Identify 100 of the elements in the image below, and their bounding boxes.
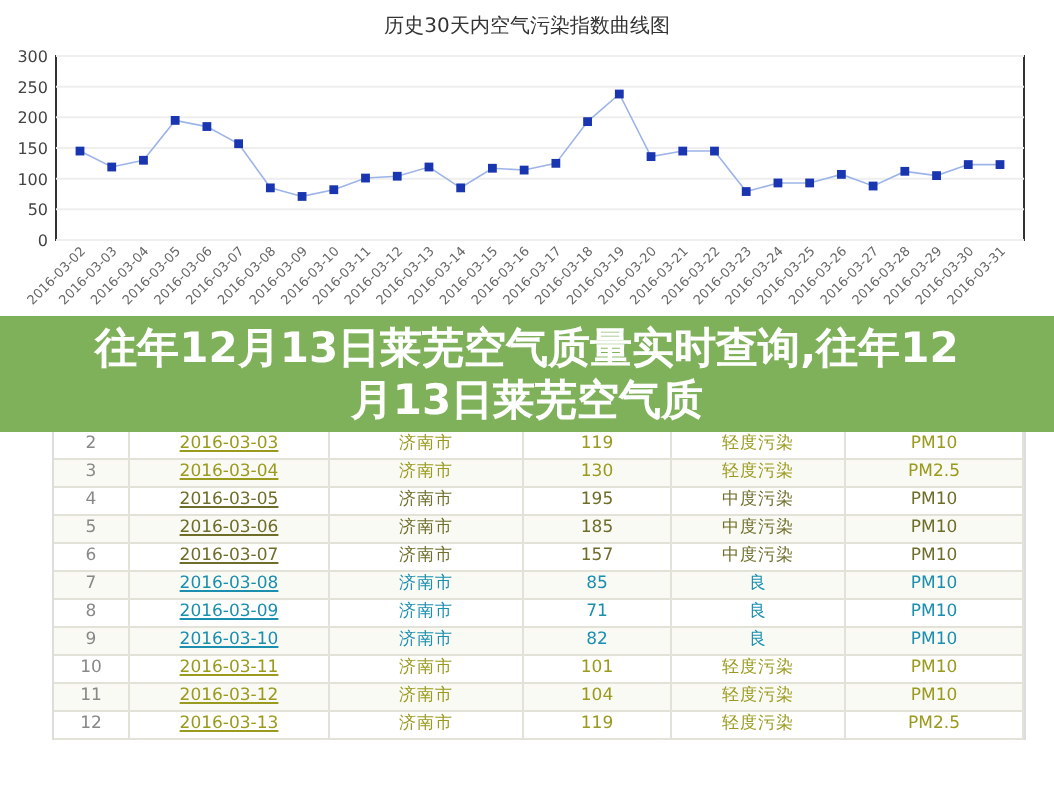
date-link[interactable]: 2016-03-12 [130, 684, 330, 710]
y-tick-label: 50 [27, 201, 48, 220]
aqi-cell: 104 [524, 684, 672, 710]
data-point [392, 171, 402, 181]
data-point [75, 146, 85, 156]
level-cell: 轻度污染 [672, 712, 846, 738]
level-cell: 良 [672, 628, 846, 654]
pollutant-cell: PM10 [846, 544, 1024, 570]
data-point [710, 146, 719, 156]
city-cell: 济南市 [330, 656, 524, 682]
level-cell: 轻度污染 [672, 460, 846, 486]
y-tick-label: 0 [37, 232, 48, 250]
level-cell: 轻度污染 [672, 684, 846, 710]
pollutant-cell: PM10 [846, 516, 1024, 542]
data-point [868, 181, 878, 191]
data-point [329, 185, 339, 195]
pollutant-cell: PM10 [846, 488, 1024, 514]
date-link[interactable]: 2016-03-11 [130, 656, 330, 682]
aqi-cell: 85 [524, 572, 672, 598]
index-cell: 8 [54, 600, 130, 626]
data-point [139, 155, 148, 165]
data-point [234, 139, 243, 149]
level-cell: 中度污染 [672, 544, 846, 570]
data-point [488, 163, 497, 173]
aqi-cell: 71 [524, 600, 672, 626]
data-point [963, 160, 973, 169]
y-tick-label: 150 [17, 140, 48, 158]
data-point [202, 122, 212, 131]
data-point [551, 158, 561, 168]
city-cell: 济南市 [330, 432, 524, 458]
data-point [932, 171, 941, 180]
level-cell: 中度污染 [672, 516, 846, 542]
data-point [297, 192, 307, 201]
aqi-cell: 195 [524, 488, 672, 514]
data-point [361, 173, 370, 183]
data-point [519, 165, 529, 175]
pollutant-cell: PM10 [846, 600, 1024, 626]
data-point [456, 183, 466, 193]
index-cell: 2 [54, 432, 130, 458]
data-point [900, 166, 910, 176]
city-cell: 济南市 [330, 684, 524, 710]
index-cell: 3 [54, 460, 130, 486]
city-cell: 济南市 [330, 488, 524, 514]
data-point [773, 178, 783, 188]
data-point [614, 89, 624, 99]
level-cell: 中度污染 [672, 488, 846, 514]
aqi-cell: 185 [524, 516, 672, 542]
level-cell: 轻度污染 [672, 432, 846, 458]
y-tick-label: 100 [17, 170, 48, 189]
data-point [424, 162, 434, 172]
y-tick-label: 300 [17, 48, 48, 66]
data-point [741, 187, 751, 196]
index-cell: 6 [54, 544, 130, 570]
y-tick-label: 200 [17, 109, 48, 128]
pollutant-cell: PM10 [846, 656, 1024, 682]
city-cell: 济南市 [330, 600, 524, 626]
index-cell: 10 [54, 656, 130, 682]
index-cell: 7 [54, 572, 130, 598]
data-point [837, 169, 846, 179]
aqi-cell: 119 [524, 712, 672, 738]
date-link[interactable]: 2016-03-10 [130, 628, 330, 654]
date-link[interactable]: 2016-03-09 [130, 600, 330, 626]
data-point [646, 152, 656, 161]
index-cell: 11 [54, 684, 130, 710]
pollutant-cell: PM10 [846, 684, 1024, 710]
aqi-cell: 157 [524, 544, 672, 570]
date-link[interactable]: 2016-03-08 [130, 572, 330, 598]
index-cell: 12 [54, 712, 130, 738]
date-link[interactable]: 2016-03-07 [130, 544, 330, 570]
data-point [265, 183, 275, 193]
data-point [678, 146, 688, 156]
city-cell: 济南市 [330, 712, 524, 738]
date-link[interactable]: 2016-03-13 [130, 712, 330, 738]
pollutant-cell: PM10 [846, 432, 1024, 458]
index-cell: 9 [54, 628, 130, 654]
data-point [805, 178, 815, 188]
level-cell: 良 [672, 600, 846, 626]
index-cell: 5 [54, 516, 130, 542]
chart-title: 历史30天内空气污染指数曲线图 [382, 13, 672, 42]
aqi-cell: 82 [524, 628, 672, 654]
level-cell: 轻度污染 [672, 656, 846, 682]
pollutant-cell: PM2.5 [846, 712, 1024, 738]
date-link[interactable]: 2016-03-04 [130, 460, 330, 486]
city-cell: 济南市 [330, 544, 524, 570]
pollutant-cell: PM2.5 [846, 460, 1024, 486]
index-cell: 4 [54, 488, 130, 514]
date-link[interactable]: 2016-03-06 [130, 516, 330, 542]
headline-banner: 往年12月13日莱芜空气质量实时查询,往年12月13日莱芜空气质 [0, 316, 1054, 432]
city-cell: 济南市 [330, 572, 524, 598]
aqi-cell: 119 [524, 432, 672, 458]
level-cell: 良 [672, 572, 846, 598]
pollutant-cell: PM10 [846, 628, 1024, 654]
city-cell: 济南市 [330, 516, 524, 542]
city-cell: 济南市 [330, 460, 524, 486]
date-link[interactable]: 2016-03-05 [130, 488, 330, 514]
data-point [583, 117, 592, 127]
data-point [107, 162, 117, 172]
date-link[interactable]: 2016-03-03 [130, 432, 330, 458]
data-point [170, 116, 180, 125]
aqi-cell: 101 [524, 656, 672, 682]
